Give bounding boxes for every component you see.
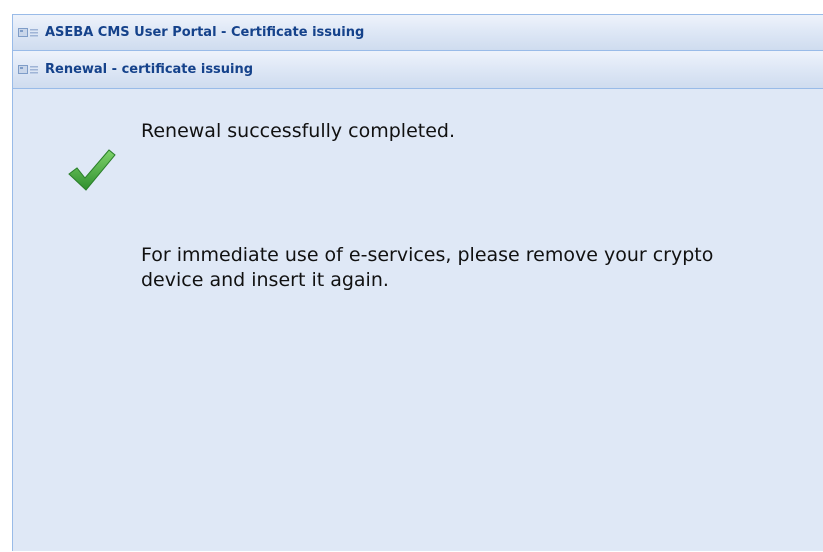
panel-icon [18,26,42,40]
info-message-line-1: For immediate use of e-services, please … [141,244,714,266]
portal-title: ASEBA CMS User Portal - Certificate issu… [45,25,365,40]
panel-icon [18,63,42,77]
renewal-panel-header: Renewal - certificate issuing [13,51,823,89]
renewal-panel-title: Renewal - certificate issuing [45,62,254,77]
info-message: For immediate use of e-services, please … [141,243,713,293]
renewal-result-area: Renewal successfully completed. For imme… [13,89,823,552]
check-icon [65,146,117,194]
portal-title-bar: ASEBA CMS User Portal - Certificate issu… [13,15,823,51]
portal-window: ASEBA CMS User Portal - Certificate issu… [12,14,823,551]
success-message: Renewal successfully completed. [141,120,456,142]
info-message-line-2: device and insert it again. [141,269,389,291]
